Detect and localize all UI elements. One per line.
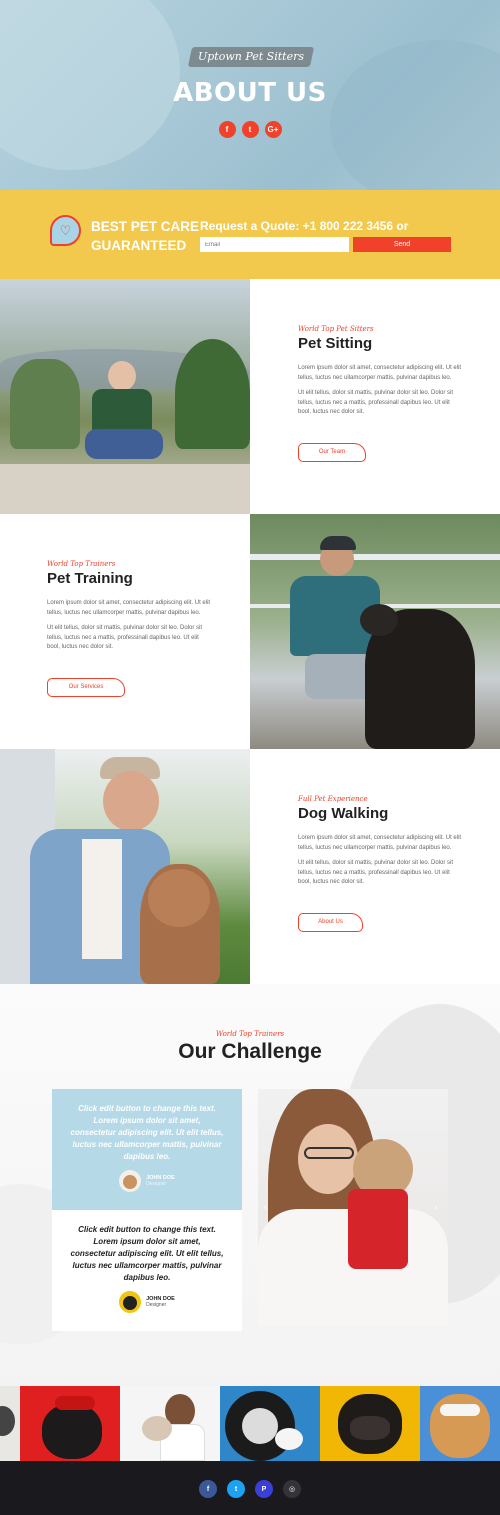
our-team-button[interactable]: Our Team (298, 442, 366, 462)
send-button[interactable]: Send (353, 237, 451, 252)
section-heading: Dog Walking (298, 805, 389, 822)
testimonial-card: Click edit button to change this text. L… (52, 1089, 242, 1210)
page-title: ABOUT US (173, 78, 327, 108)
challenge-title: Our Challenge (178, 1040, 322, 1063)
twitter-icon[interactable]: t (241, 121, 259, 138)
section-paragraph: Lorem ipsum dolor sit amet, consectetur … (298, 365, 462, 381)
author-role: Designer (146, 1181, 167, 1187)
gallery-image[interactable] (0, 1386, 20, 1461)
email-field[interactable] (200, 237, 349, 252)
about-us-button[interactable]: About Us (298, 912, 363, 932)
section-kicker: Full Pet Experience (298, 795, 368, 803)
testimonial-text: Click edit button to change this text. L… (70, 1104, 224, 1161)
challenge-kicker: World Top Trainers (215, 1030, 285, 1038)
facebook-icon[interactable]: f (199, 1480, 217, 1498)
pet-sitting-photo (0, 279, 250, 514)
section-paragraph: Ut elit tellus, dolor sit mattis, pulvin… (298, 390, 454, 415)
section-kicker: World Top Pet Sitters (298, 325, 374, 333)
gallery-image[interactable] (320, 1386, 420, 1461)
hero-tagline-badge: Uptown Pet Sitters (187, 47, 315, 67)
quote-text: Request a Quote: +1 800 222 3456 or (200, 219, 409, 233)
pet-gallery (0, 1386, 500, 1461)
hero-banner: Uptown Pet Sitters ABOUT US f t G+ (0, 0, 500, 190)
section-kicker: World Top Trainers (47, 560, 116, 568)
testimonial-card: Click edit button to change this text. L… (52, 1210, 242, 1331)
slider-prev-arrow[interactable]: ‹ (264, 1202, 267, 1213)
author-role: Designer (146, 1302, 167, 1308)
hero-social-links: f t G+ (0, 121, 500, 138)
pet-training-section: World Top Trainers Pet Training Lorem ip… (47, 560, 212, 697)
testimonial-author: JOHN DOE Designer (70, 1170, 224, 1192)
section-heading: Pet Training (47, 570, 133, 587)
dog-walking-section: Full Pet Experience Dog Walking Lorem ip… (298, 795, 463, 932)
avatar (119, 1170, 142, 1192)
dog-walking-photo (0, 749, 250, 984)
footer: f t P ◎ (0, 1461, 500, 1515)
quote-band: ♡ BEST PET CARE GUARANTEED Request a Quo… (0, 190, 500, 279)
twitter-icon[interactable]: t (227, 1480, 245, 1498)
avatar (119, 1291, 142, 1313)
google-plus-icon[interactable]: G+ (264, 121, 282, 138)
section-paragraph: Ut elit tellus, dolor sit mattis, pulvin… (47, 625, 203, 650)
band-title: BEST PET CARE GUARANTEED (91, 217, 199, 255)
instagram-icon[interactable]: ◎ (283, 1480, 301, 1498)
testimonial-text: Click edit button to change this text. L… (70, 1225, 224, 1282)
section-heading: Pet Sitting (298, 335, 373, 352)
testimonial-slider-image: ‹ › (258, 1089, 448, 1326)
gallery-image[interactable] (120, 1386, 220, 1461)
gallery-image[interactable] (420, 1386, 500, 1461)
pinterest-icon[interactable]: P (255, 1480, 273, 1498)
gallery-image[interactable] (220, 1386, 320, 1461)
band-title-line1: BEST PET CARE (91, 219, 200, 234)
section-paragraph: Lorem ipsum dolor sit amet, consectetur … (47, 600, 211, 616)
our-services-button[interactable]: Our Services (47, 677, 125, 697)
slider-next-arrow[interactable]: › (434, 1202, 437, 1213)
band-title-line2: GUARANTEED (91, 238, 187, 253)
hero-tagline: Uptown Pet Sitters (198, 50, 304, 63)
heart-badge-icon: ♡ (50, 215, 81, 246)
section-paragraph: Ut elit tellus, dolor sit mattis, pulvin… (298, 860, 454, 885)
pet-training-photo (250, 514, 500, 749)
pet-sitting-section: World Top Pet Sitters Pet Sitting Lorem … (298, 325, 463, 462)
challenge-section: World Top Trainers Our Challenge Click e… (0, 984, 500, 1386)
testimonial-author: JOHN DOE Designer (70, 1291, 224, 1313)
facebook-icon[interactable]: f (218, 121, 236, 138)
section-paragraph: Lorem ipsum dolor sit amet, consectetur … (298, 835, 462, 851)
gallery-image[interactable] (20, 1386, 120, 1461)
hero-background-shape (330, 40, 500, 190)
